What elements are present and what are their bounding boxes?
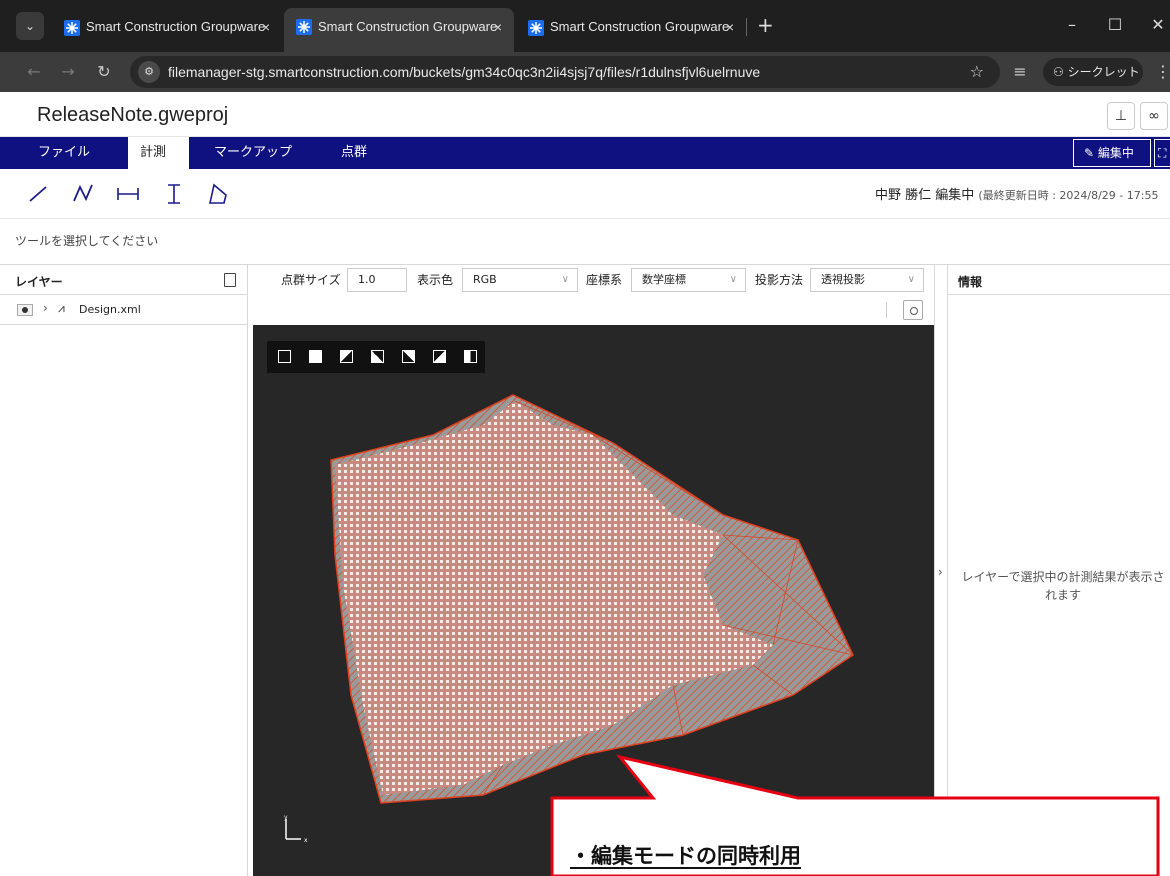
incognito-icon: ⚇ <box>1053 65 1068 79</box>
tab-close-icon[interactable]: × <box>494 8 502 46</box>
point-size-label: 点群サイズ <box>281 273 341 287</box>
viewer-toolbar: 点群サイズ 1.0 表示色 RGB ∨ 座標系 数学座標 ∨ 投影方法 透視投影… <box>248 265 934 325</box>
point-size-input[interactable]: 1.0 <box>347 268 407 292</box>
tab-separator <box>746 18 747 36</box>
app-header: ReleaseNote.gweproj ⊥ ∞ <box>0 92 1170 137</box>
layer-panel: レイヤー › ⩘ Design.xml <box>0 265 248 876</box>
chevron-right-icon: › <box>938 565 943 579</box>
document-title: ReleaseNote.gweproj <box>37 104 229 126</box>
link-icon[interactable]: ∞ <box>1140 102 1168 130</box>
reload-icon[interactable]: ↻ <box>92 58 116 86</box>
back-arrow-icon[interactable]: ← <box>22 58 46 86</box>
area-icon[interactable] <box>202 179 234 209</box>
maximize-icon[interactable]: ☐ <box>1103 12 1127 38</box>
layer-panel-header: レイヤー <box>0 265 247 295</box>
last-updated: (最終更新日時 : 2024/8/29 - 17:55 <box>978 189 1159 202</box>
browser-tab-1[interactable]: Smart Construction Groupware × <box>52 10 282 44</box>
screenshot-camera-icon[interactable] <box>903 300 923 320</box>
hint-row: ツールを選択してください <box>0 219 1170 265</box>
coord-select[interactable]: 数学座標 ∨ <box>631 268 746 292</box>
coord-label: 座標系 <box>586 273 623 287</box>
info-empty-message: レイヤーで選択中の計測結果が表示されます <box>961 570 1165 602</box>
editor-status: 中野 勝仁 編集中 (最終更新日時 : 2024/8/29 - 17:55 <box>875 184 1158 203</box>
tab-close-icon[interactable]: × <box>262 10 270 44</box>
menu-markup[interactable]: マークアップ <box>202 137 304 169</box>
pencil-icon: ✎ <box>1084 146 1098 160</box>
reading-list-icon[interactable]: ≡ <box>1008 58 1032 86</box>
visibility-eye-icon[interactable] <box>17 304 33 316</box>
tool-hint: ツールを選択してください <box>15 234 159 248</box>
editing-button[interactable]: ✎ 編集中 <box>1073 139 1151 167</box>
projection-select-value: 透視投影 <box>821 273 865 286</box>
incognito-badge[interactable]: ⚇ シークレット <box>1043 58 1143 86</box>
layer-panel-title: レイヤー <box>15 275 63 289</box>
menu-pointcloud[interactable]: 点群 <box>329 137 379 169</box>
snowflake-icon <box>64 20 80 36</box>
fullscreen-icon[interactable]: ⛶ <box>1154 139 1170 167</box>
forward-arrow-icon[interactable]: → <box>56 58 80 86</box>
axis-x-label: x <box>304 837 308 844</box>
menu-file[interactable]: ファイル <box>26 137 102 169</box>
axis-indicator: y x <box>284 815 308 844</box>
color-label: 表示色 <box>417 273 454 287</box>
color-select-value: RGB <box>473 273 497 286</box>
tab-search-icon[interactable]: ⌄ <box>16 12 44 40</box>
snowflake-icon <box>528 20 544 36</box>
color-select[interactable]: RGB ∨ <box>462 268 578 292</box>
address-bar: ← → ↻ ⚙ filemanager-stg.smartconstructio… <box>0 52 1170 92</box>
info-panel-header: 情報 <box>948 265 1170 295</box>
toolbar-divider <box>886 302 887 318</box>
minimize-icon[interactable]: – <box>1060 12 1084 38</box>
add-layer-icon[interactable] <box>224 273 236 287</box>
axis-y-label: y <box>284 815 288 821</box>
tab-title: Smart Construction Groupware <box>86 19 266 34</box>
measure-toolbar: 中野 勝仁 編集中 (最終更新日時 : 2024/8/29 - 17:55 <box>0 169 1170 219</box>
tab-title: Smart Construction Groupware <box>550 19 730 34</box>
projection-label: 投影方法 <box>755 273 804 287</box>
layer-name: Design.xml <box>79 303 141 316</box>
tab-close-icon[interactable]: × <box>726 10 734 44</box>
editing-label: 編集中 <box>1097 146 1134 160</box>
download-icon[interactable]: ⊥ <box>1107 102 1135 130</box>
layer-row[interactable]: › ⩘ Design.xml <box>0 295 247 325</box>
incognito-label: シークレット <box>1067 65 1140 79</box>
browser-menu-icon[interactable]: ⋮ <box>1155 58 1170 86</box>
surface-layer-icon: ⩘ <box>58 301 65 315</box>
chevron-down-icon: ∨ <box>729 274 737 285</box>
horizontal-distance-icon[interactable] <box>112 179 144 209</box>
window-close-icon[interactable]: ✕ <box>1146 12 1170 38</box>
line-distance-icon[interactable] <box>24 179 56 209</box>
menu-bar: ファイル 計測 マークアップ 点群 ✎ 編集中 ⛶ <box>0 137 1170 169</box>
browser-tab-2[interactable]: Smart Construction Groupware × <box>284 8 514 52</box>
bookmark-star-icon[interactable]: ☆ <box>970 56 984 88</box>
chevron-down-icon: ∨ <box>907 274 915 285</box>
browser-tab-strip: ⌄ Smart Construction Groupware × Smart C… <box>0 0 1170 52</box>
coord-select-value: 数学座標 <box>642 273 686 286</box>
site-info-icon[interactable]: ⚙ <box>138 61 160 83</box>
vertical-distance-icon[interactable] <box>158 179 190 209</box>
browser-tab-3[interactable]: Smart Construction Groupware × <box>516 10 746 44</box>
chevron-down-icon: ∨ <box>561 274 569 285</box>
menu-measure[interactable]: 計測 <box>128 137 189 169</box>
info-panel-title: 情報 <box>958 275 983 289</box>
url-field[interactable]: ⚙ filemanager-stg.smartconstruction.com/… <box>130 56 1000 88</box>
callout-text: ・編集モードの同時利用 <box>570 844 801 868</box>
projection-select[interactable]: 透視投影 ∨ <box>810 268 924 292</box>
tab-title: Smart Construction Groupware <box>318 19 498 34</box>
url-text: filemanager-stg.smartconstruction.com/bu… <box>168 64 761 80</box>
editor-name: 中野 勝仁 編集中 <box>875 188 975 203</box>
chevron-right-icon[interactable]: › <box>43 301 48 315</box>
polyline-icon[interactable] <box>68 179 100 209</box>
snowflake-icon <box>296 19 312 35</box>
new-tab-button[interactable]: + <box>757 12 774 38</box>
